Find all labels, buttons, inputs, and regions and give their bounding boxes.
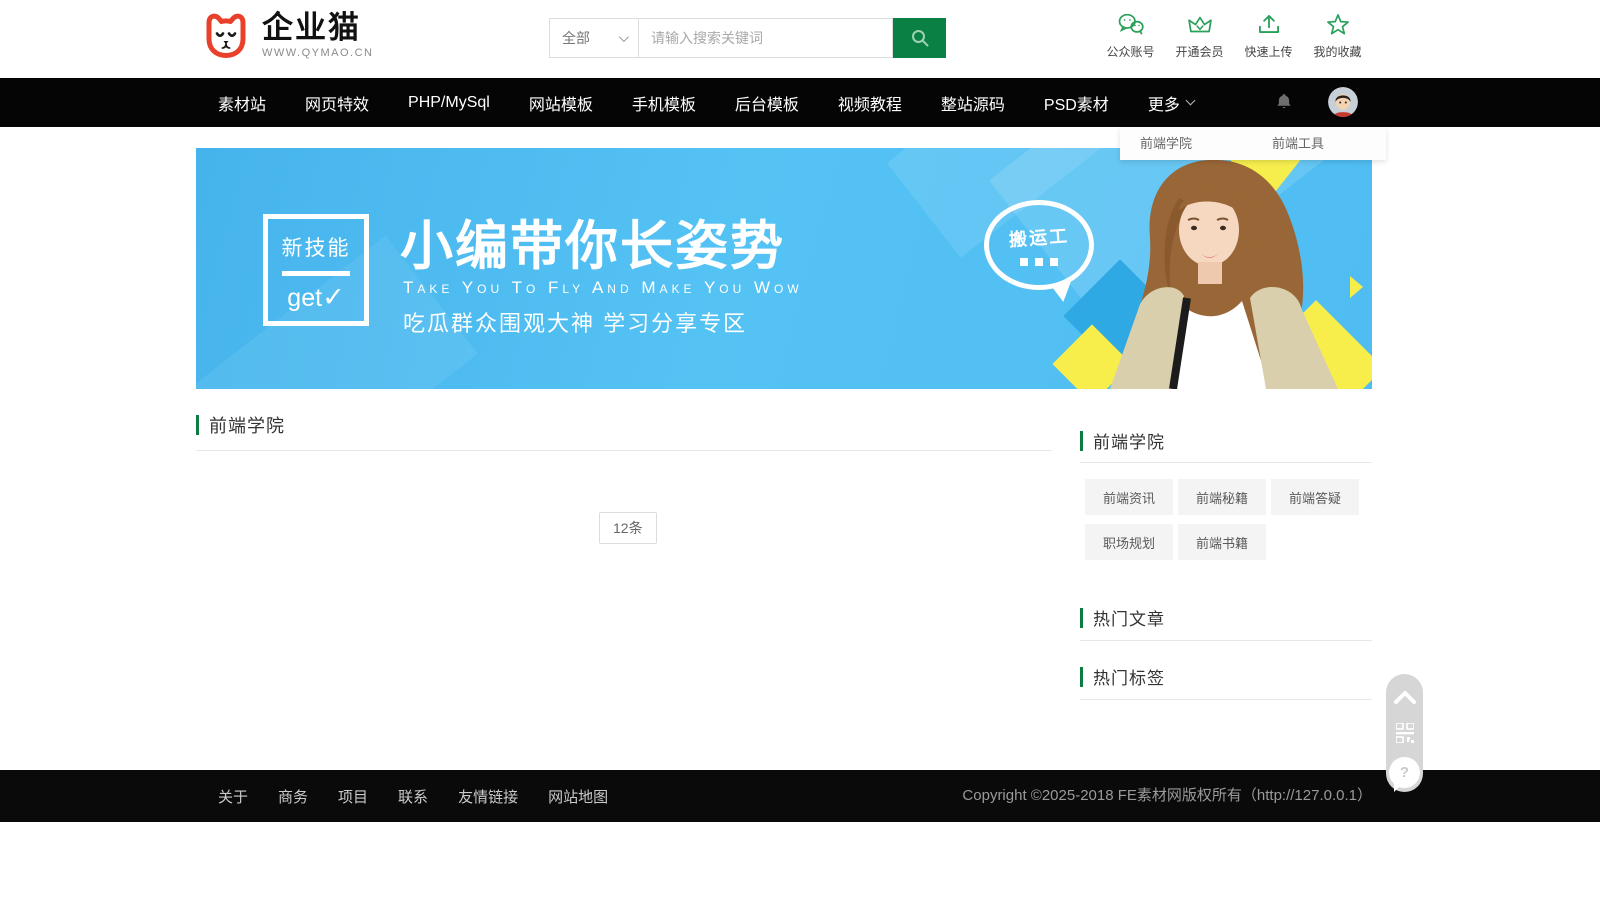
divider bbox=[1080, 462, 1372, 463]
search-button[interactable] bbox=[893, 18, 946, 58]
chevron-down-icon bbox=[1185, 96, 1195, 106]
quick-link-label: 我的收藏 bbox=[1313, 43, 1361, 60]
wechat-icon bbox=[1116, 8, 1146, 40]
logo-title: 企业猫 bbox=[262, 11, 374, 45]
tag-career-planning[interactable]: 职场规划 bbox=[1085, 524, 1173, 560]
badge-action: get bbox=[287, 284, 322, 312]
badge-divider bbox=[282, 271, 350, 276]
star-icon bbox=[1323, 8, 1353, 40]
banner-title: 小编带你长姿势 bbox=[400, 204, 785, 280]
quick-link-favorites[interactable]: 我的收藏 bbox=[1303, 8, 1372, 60]
quick-link-label: 开通会员 bbox=[1175, 43, 1223, 60]
section-accent-bar bbox=[196, 415, 199, 435]
badge-title: 新技能 bbox=[282, 232, 351, 262]
sidebar-section-hot-tags: 热门标签 bbox=[1080, 664, 1165, 689]
site-logo[interactable]: 企业猫 WWW.QYMAO.CN bbox=[198, 11, 374, 59]
bubble-dots bbox=[1020, 258, 1058, 266]
main-section-header: 前端学院 bbox=[196, 412, 285, 438]
quick-link-label: 快速上传 bbox=[1244, 43, 1292, 60]
tag-frontend-secrets[interactable]: 前端秘籍 bbox=[1178, 479, 1266, 515]
nav-item-php[interactable]: PHP/MySql bbox=[408, 94, 490, 112]
search-input[interactable] bbox=[638, 18, 893, 58]
section-accent-bar bbox=[1080, 667, 1083, 687]
footer-link-friends[interactable]: 友情链接 bbox=[458, 786, 518, 807]
notification-bell-icon[interactable] bbox=[1274, 91, 1294, 118]
dropdown-item-frontend-college[interactable]: 前端学院 bbox=[1140, 127, 1192, 160]
crown-icon bbox=[1185, 8, 1215, 40]
nav-item-admin-template[interactable]: 后台模板 bbox=[735, 91, 799, 115]
nav-item-more[interactable]: 更多 bbox=[1148, 91, 1194, 115]
search-bar: 全部 bbox=[549, 18, 946, 58]
footer-link-about[interactable]: 关于 bbox=[218, 786, 248, 807]
search-category-label: 全部 bbox=[562, 28, 590, 48]
sidebar-section-college: 前端学院 bbox=[1080, 428, 1165, 453]
nav-item-source[interactable]: 整站源码 bbox=[941, 91, 1005, 115]
divider bbox=[1080, 699, 1372, 700]
quick-link-wechat[interactable]: 公众账号 bbox=[1096, 8, 1165, 60]
search-category-select[interactable]: 全部 bbox=[549, 18, 638, 58]
copyright-text: Copyright ©2025-2018 FE素材网版权所有（http://12… bbox=[962, 770, 1372, 822]
tag-frontend-qa[interactable]: 前端答疑 bbox=[1271, 479, 1359, 515]
pagination-count-button[interactable]: 12条 bbox=[599, 512, 657, 544]
nav-item-video[interactable]: 视频教程 bbox=[838, 91, 902, 115]
divider bbox=[196, 450, 1052, 451]
main-nav: 素材站 网页特效 PHP/MySql 网站模板 手机模板 后台模板 视频教程 整… bbox=[0, 78, 1600, 127]
chevron-down-icon bbox=[619, 32, 629, 42]
qr-code-button[interactable] bbox=[1396, 723, 1414, 748]
footer-link-sitemap[interactable]: 网站地图 bbox=[548, 786, 608, 807]
page-title: 前端学院 bbox=[209, 412, 285, 438]
qr-code-icon bbox=[1396, 723, 1414, 743]
nav-item-material[interactable]: 素材站 bbox=[218, 91, 266, 115]
upload-icon bbox=[1254, 8, 1284, 40]
page: 企业猫 WWW.QYMAO.CN 全部 bbox=[0, 0, 1600, 900]
footer-link-contact[interactable]: 联系 bbox=[398, 786, 428, 807]
check-icon: ✓ bbox=[322, 282, 345, 312]
header: 企业猫 WWW.QYMAO.CN 全部 bbox=[0, 0, 1600, 78]
banner-tagline: 吃瓜群众围观大神 学习分享专区 bbox=[403, 306, 747, 338]
quick-link-upload[interactable]: 快速上传 bbox=[1234, 8, 1303, 60]
banner-speech-bubble: 搬运工 bbox=[984, 200, 1094, 290]
chevron-up-icon bbox=[1394, 690, 1416, 704]
dropdown-item-frontend-tools[interactable]: 前端工具 bbox=[1272, 127, 1324, 160]
footer-link-projects[interactable]: 项目 bbox=[338, 786, 368, 807]
banner-badge: 新技能 get✓ bbox=[263, 214, 369, 326]
cat-logo-icon bbox=[198, 11, 254, 59]
quick-link-label: 公众账号 bbox=[1106, 43, 1154, 60]
nav-item-mobile-template[interactable]: 手机模板 bbox=[632, 91, 696, 115]
tag-frontend-books[interactable]: 前端书籍 bbox=[1178, 524, 1266, 560]
nav-item-effects[interactable]: 网页特效 bbox=[305, 91, 369, 115]
tag-frontend-news[interactable]: 前端资讯 bbox=[1085, 479, 1173, 515]
footer-link-business[interactable]: 商务 bbox=[278, 786, 308, 807]
nav-item-psd[interactable]: PSD素材 bbox=[1044, 91, 1109, 115]
question-mark-icon: ? bbox=[1400, 764, 1409, 781]
quick-link-vip[interactable]: 开通会员 bbox=[1165, 8, 1234, 60]
footer: 关于 商务 项目 联系 友情链接 网站地图 Copyright ©2025-20… bbox=[0, 770, 1600, 822]
nav-item-site-template[interactable]: 网站模板 bbox=[529, 91, 593, 115]
banner-model-photo bbox=[1084, 158, 1364, 389]
section-accent-bar bbox=[1080, 608, 1083, 628]
hero-banner[interactable]: 搬运工 新技能 get✓ 小编带你长姿势 Take You To Fly And… bbox=[196, 148, 1372, 389]
logo-subtitle: WWW.QYMAO.CN bbox=[262, 47, 374, 59]
more-dropdown: 前端学院 前端工具 bbox=[1120, 127, 1386, 160]
sidebar-section-hot-articles: 热门文章 bbox=[1080, 605, 1165, 630]
back-to-top-button[interactable] bbox=[1394, 690, 1416, 709]
section-accent-bar bbox=[1080, 431, 1083, 451]
search-icon bbox=[909, 27, 931, 49]
banner-subtitle: Take You To Fly And Make You Wow bbox=[403, 278, 803, 298]
help-button[interactable]: ? bbox=[1389, 757, 1420, 788]
divider bbox=[1080, 640, 1372, 641]
quick-links: 公众账号 开通会员 bbox=[1096, 8, 1372, 60]
bubble-text: 搬运工 bbox=[1008, 222, 1070, 252]
sidebar-title: 热门文章 bbox=[1093, 605, 1165, 630]
user-avatar[interactable] bbox=[1328, 87, 1358, 117]
sidebar-title: 热门标签 bbox=[1093, 664, 1165, 689]
sidebar-title: 前端学院 bbox=[1093, 428, 1165, 453]
